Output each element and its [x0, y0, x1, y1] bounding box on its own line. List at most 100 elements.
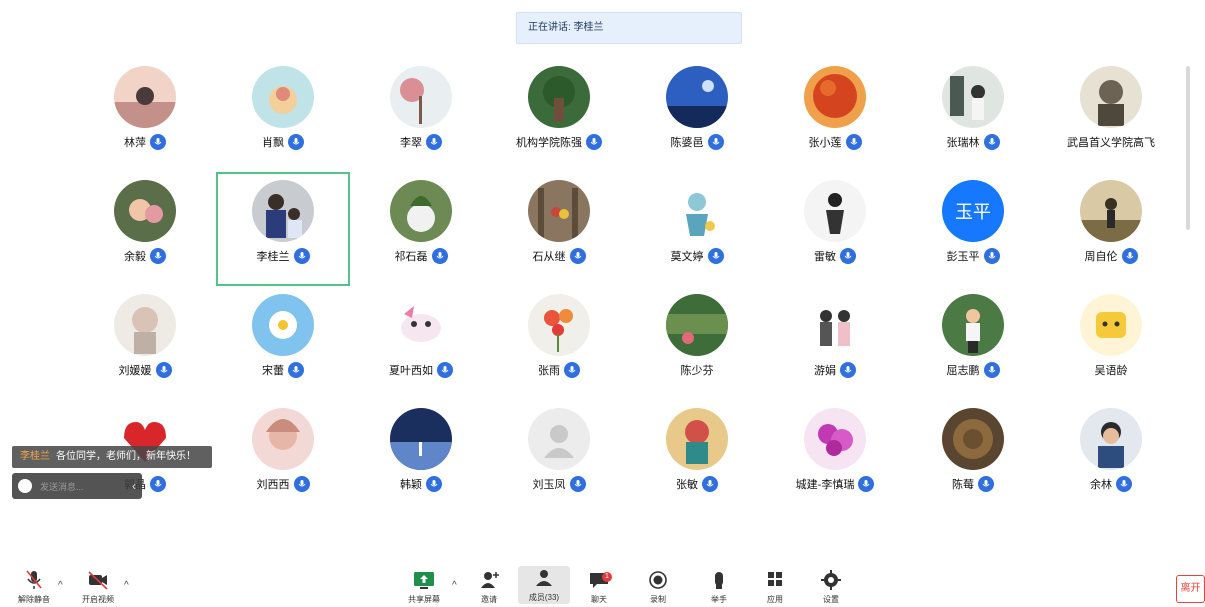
participant-tile[interactable]: 肖飘: [218, 60, 348, 170]
participant-tile[interactable]: 韩颖: [356, 402, 486, 512]
participant-tile[interactable]: 陈少芬: [632, 288, 762, 398]
participant-tile[interactable]: 余毅: [80, 174, 210, 284]
participant-tile[interactable]: 宋蕾: [218, 288, 348, 398]
invite-button[interactable]: 邀请: [463, 568, 515, 605]
participant-tile[interactable]: 张小莲: [770, 60, 900, 170]
participant-tile[interactable]: 刘媛媛: [80, 288, 210, 398]
share-screen-button[interactable]: 共享屏幕: [398, 568, 450, 605]
participant-tile[interactable]: 夏叶西如: [356, 288, 486, 398]
audio-options-caret[interactable]: ^: [58, 580, 63, 591]
participant-tile[interactable]: 祁石磊: [356, 174, 486, 284]
participant-tile[interactable]: 武昌首义学院高飞: [1046, 60, 1176, 170]
mic-on-icon: [288, 362, 304, 378]
participant-tile[interactable]: 周自伦: [1046, 174, 1176, 284]
mic-on-icon: [845, 134, 862, 150]
chat-unread-badge: 1: [602, 572, 612, 582]
participant-tile[interactable]: 石从继: [494, 174, 624, 284]
mic-on-icon: [293, 476, 310, 492]
mic-on-icon: [1116, 476, 1132, 492]
avatar: [528, 180, 590, 242]
avatar: [1080, 180, 1142, 242]
start-video-label: 开启视频: [82, 595, 114, 604]
leave-meeting-button[interactable]: 离开: [1176, 575, 1205, 603]
participant-tile[interactable]: 雷敏: [770, 174, 900, 284]
participant-tile[interactable]: 吴语龄: [1046, 288, 1176, 398]
participants-button[interactable]: 成员(33): [518, 566, 570, 604]
record-button[interactable]: 录制: [632, 568, 684, 605]
chat-sender: 李桂兰: [20, 451, 50, 462]
mic-on-icon: [426, 476, 442, 492]
participant-tile[interactable]: 莫文婷: [632, 174, 762, 284]
share-options-caret[interactable]: ^: [452, 580, 457, 591]
avatar: [252, 66, 314, 128]
share-screen-icon: [414, 572, 434, 589]
mic-on-icon: [840, 248, 856, 264]
participant-name: 李翠: [400, 137, 422, 149]
participant-name: 石从继: [532, 251, 566, 263]
participant-tile[interactable]: 刘玉凤: [494, 402, 624, 512]
scrollbar[interactable]: [1186, 66, 1190, 230]
participant-name: 彭玉平: [946, 251, 980, 263]
participant-name: 周自伦: [1084, 251, 1118, 263]
participant-tile[interactable]: 张雨: [494, 288, 624, 398]
mic-on-icon: [978, 476, 994, 492]
avatar: [528, 408, 590, 470]
participant-name: 屈志鹏: [946, 365, 980, 377]
participant-name: 祁石磊: [394, 251, 428, 263]
chat-input-placeholder[interactable]: 发送消息...: [40, 480, 124, 493]
participant-tile[interactable]: 陈婆邑: [632, 60, 762, 170]
raise-hand-button[interactable]: 举手: [693, 568, 745, 605]
participant-name: 张小莲: [808, 137, 842, 149]
participant-tile[interactable]: 屈志鹏: [908, 288, 1038, 398]
participant-name: 吴语龄: [1094, 365, 1128, 377]
collapse-chat-icon[interactable]: ‹: [132, 479, 136, 493]
settings-label: 设置: [823, 595, 839, 604]
start-video-button[interactable]: 开启视频: [72, 568, 124, 605]
chat-notification[interactable]: 李桂兰 各位同学，老师们，新年快乐！: [12, 446, 212, 468]
avatar: [1080, 408, 1142, 470]
speaking-indicator: 正在讲话: 李桂兰: [516, 12, 742, 44]
mic-on-icon: [293, 248, 310, 264]
chat-input-bar[interactable]: 发送消息... ‹: [12, 473, 142, 499]
participant-name: 刘媛媛: [118, 365, 152, 377]
participant-tile[interactable]: 游娟: [770, 288, 900, 398]
settings-button[interactable]: 设置: [805, 568, 857, 605]
participant-tile[interactable]: 林萍: [80, 60, 210, 170]
participant-name: 莫文婷: [670, 251, 704, 263]
avatar: [114, 66, 176, 128]
participant-tile[interactable]: 机构学院陈强: [494, 60, 624, 170]
participant-tile[interactable]: 余林: [1046, 402, 1176, 512]
participant-tile[interactable]: 张瑞林: [908, 60, 1038, 170]
mic-on-icon: [983, 248, 1000, 264]
participant-tile[interactable]: 城建-李慎瑞: [770, 402, 900, 512]
mic-on-icon: [569, 248, 586, 264]
participant-tile[interactable]: 张敏: [632, 402, 762, 512]
apps-grid-icon: [768, 572, 782, 586]
avatar: [114, 294, 176, 356]
invite-label: 邀请: [481, 595, 497, 604]
participant-name: 机构学院陈强: [516, 137, 582, 149]
avatar: [252, 294, 314, 356]
participant-name: 张瑞林: [946, 137, 980, 149]
mic-on-icon: [431, 248, 448, 264]
apps-button[interactable]: 应用: [749, 568, 801, 605]
video-options-caret[interactable]: ^: [124, 580, 129, 591]
unmute-button[interactable]: 解除静音: [8, 568, 60, 605]
emoji-icon[interactable]: [18, 479, 32, 493]
participant-tile-active-speaker[interactable]: 李桂兰: [216, 172, 350, 286]
participant-tile[interactable]: 刘西西: [218, 402, 348, 512]
mic-on-icon: [564, 362, 580, 378]
mic-on-icon: [840, 362, 856, 378]
participant-tile[interactable]: 李翠: [356, 60, 486, 170]
participant-tile[interactable]: 陈莓: [908, 402, 1038, 512]
participants-icon: [536, 570, 552, 586]
participant-name: 李桂兰: [256, 251, 290, 263]
mic-on-icon: [858, 476, 875, 492]
chat-button[interactable]: 1 聊天: [573, 568, 625, 605]
participant-name: 陈婆邑: [670, 137, 704, 149]
apps-label: 应用: [767, 595, 783, 604]
avatar: [1080, 66, 1142, 128]
participant-name: 陈莓: [952, 479, 974, 491]
participant-tile[interactable]: 玉平 彭玉平: [908, 174, 1038, 284]
raise-hand-label: 举手: [711, 595, 727, 604]
